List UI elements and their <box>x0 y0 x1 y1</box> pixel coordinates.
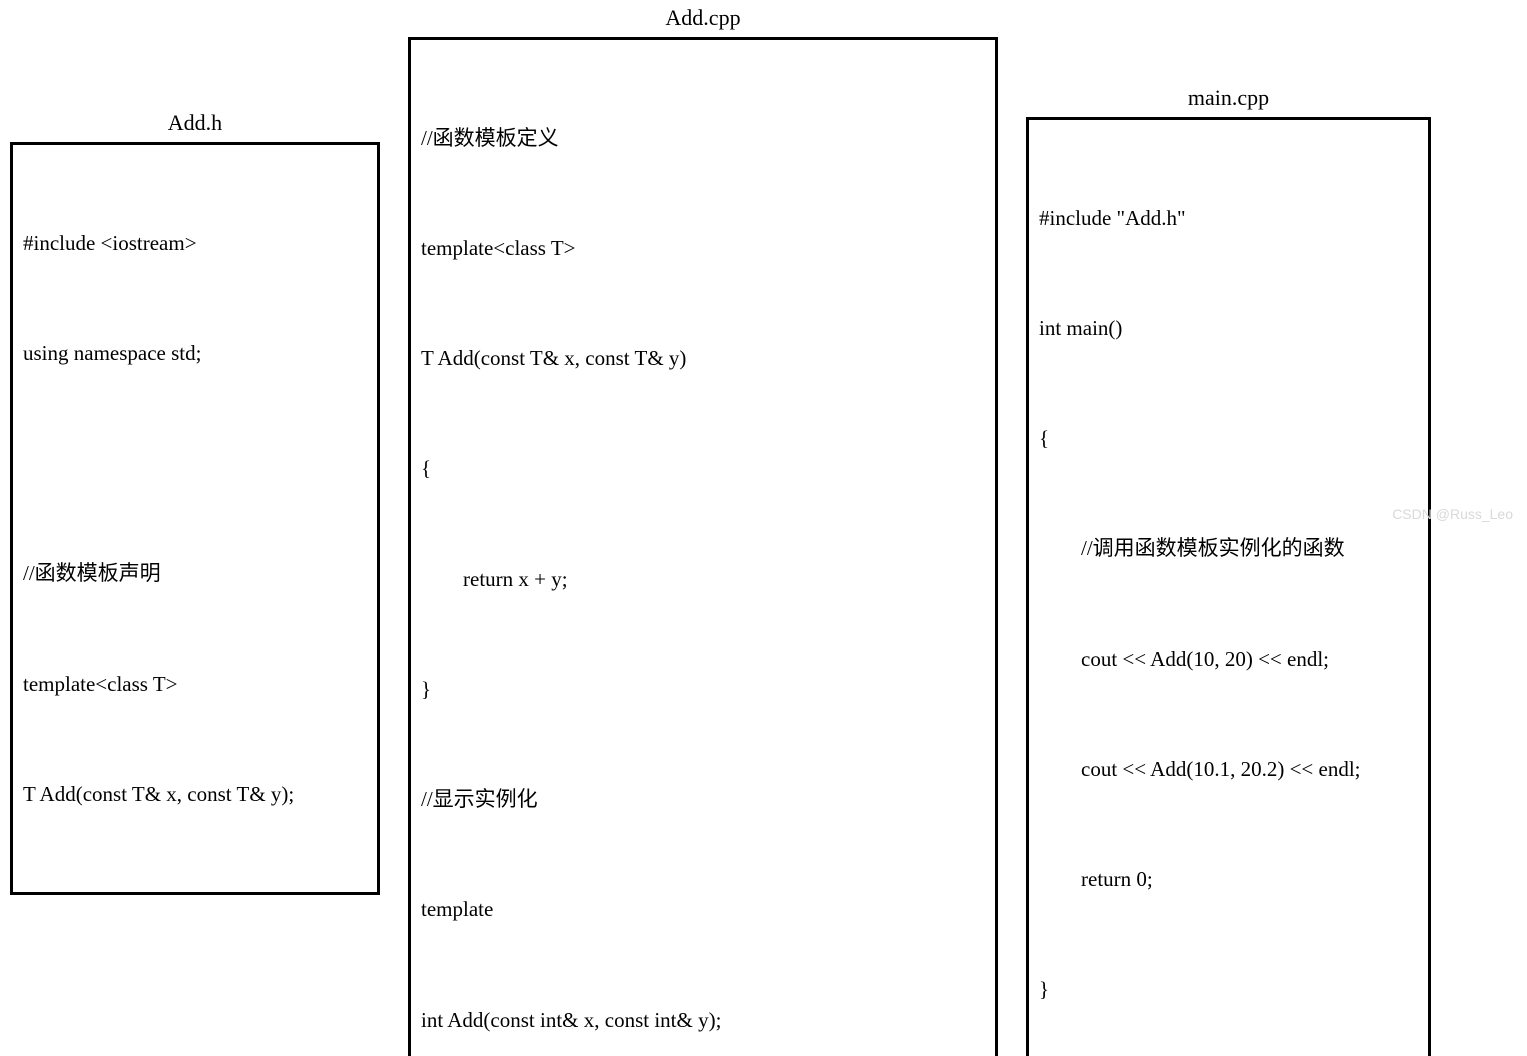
code-line: template<class T> <box>421 230 985 267</box>
code-box-add-h: #include <iostream> using namespace std;… <box>10 142 380 895</box>
file-title-add-cpp: Add.cpp <box>665 5 740 31</box>
code-line: //调用函数模板实例化的函数 <box>1039 530 1418 567</box>
code-box-add-cpp: //函数模板定义 template<class T> T Add(const T… <box>408 37 998 1056</box>
code-line: template <box>421 891 985 928</box>
code-line: //函数模板声明 <box>23 555 367 592</box>
code-box-main-cpp: #include "Add.h" int main() { //调用函数模板实例… <box>1026 117 1431 1056</box>
code-line: int main() <box>1039 310 1418 347</box>
code-line: } <box>421 671 985 708</box>
code-line: { <box>421 450 985 487</box>
code-line: cout << Add(10.1, 20.2) << endl; <box>1039 751 1418 788</box>
code-line: { <box>1039 420 1418 457</box>
code-line <box>23 445 367 482</box>
code-line: T Add(const T& x, const T& y) <box>421 340 985 377</box>
file-title-add-h: Add.h <box>168 110 222 136</box>
code-line: #include <iostream> <box>23 225 367 262</box>
code-line: using namespace std; <box>23 335 367 372</box>
code-line: T Add(const T& x, const T& y); <box>23 776 367 813</box>
file-title-main-cpp: main.cpp <box>1188 85 1269 111</box>
code-line: //显示实例化 <box>421 781 985 818</box>
code-line: #include "Add.h" <box>1039 200 1418 237</box>
code-line: template<class T> <box>23 666 367 703</box>
code-line: cout << Add(10, 20) << endl; <box>1039 641 1418 678</box>
code-line: int Add(const int& x, const int& y); <box>421 1002 985 1039</box>
code-line: } <box>1039 971 1418 1008</box>
code-line: //函数模板定义 <box>421 120 985 157</box>
code-line: return x + y; <box>421 561 985 598</box>
watermark: CSDN @Russ_Leo <box>1392 506 1513 522</box>
code-line: return 0; <box>1039 861 1418 898</box>
